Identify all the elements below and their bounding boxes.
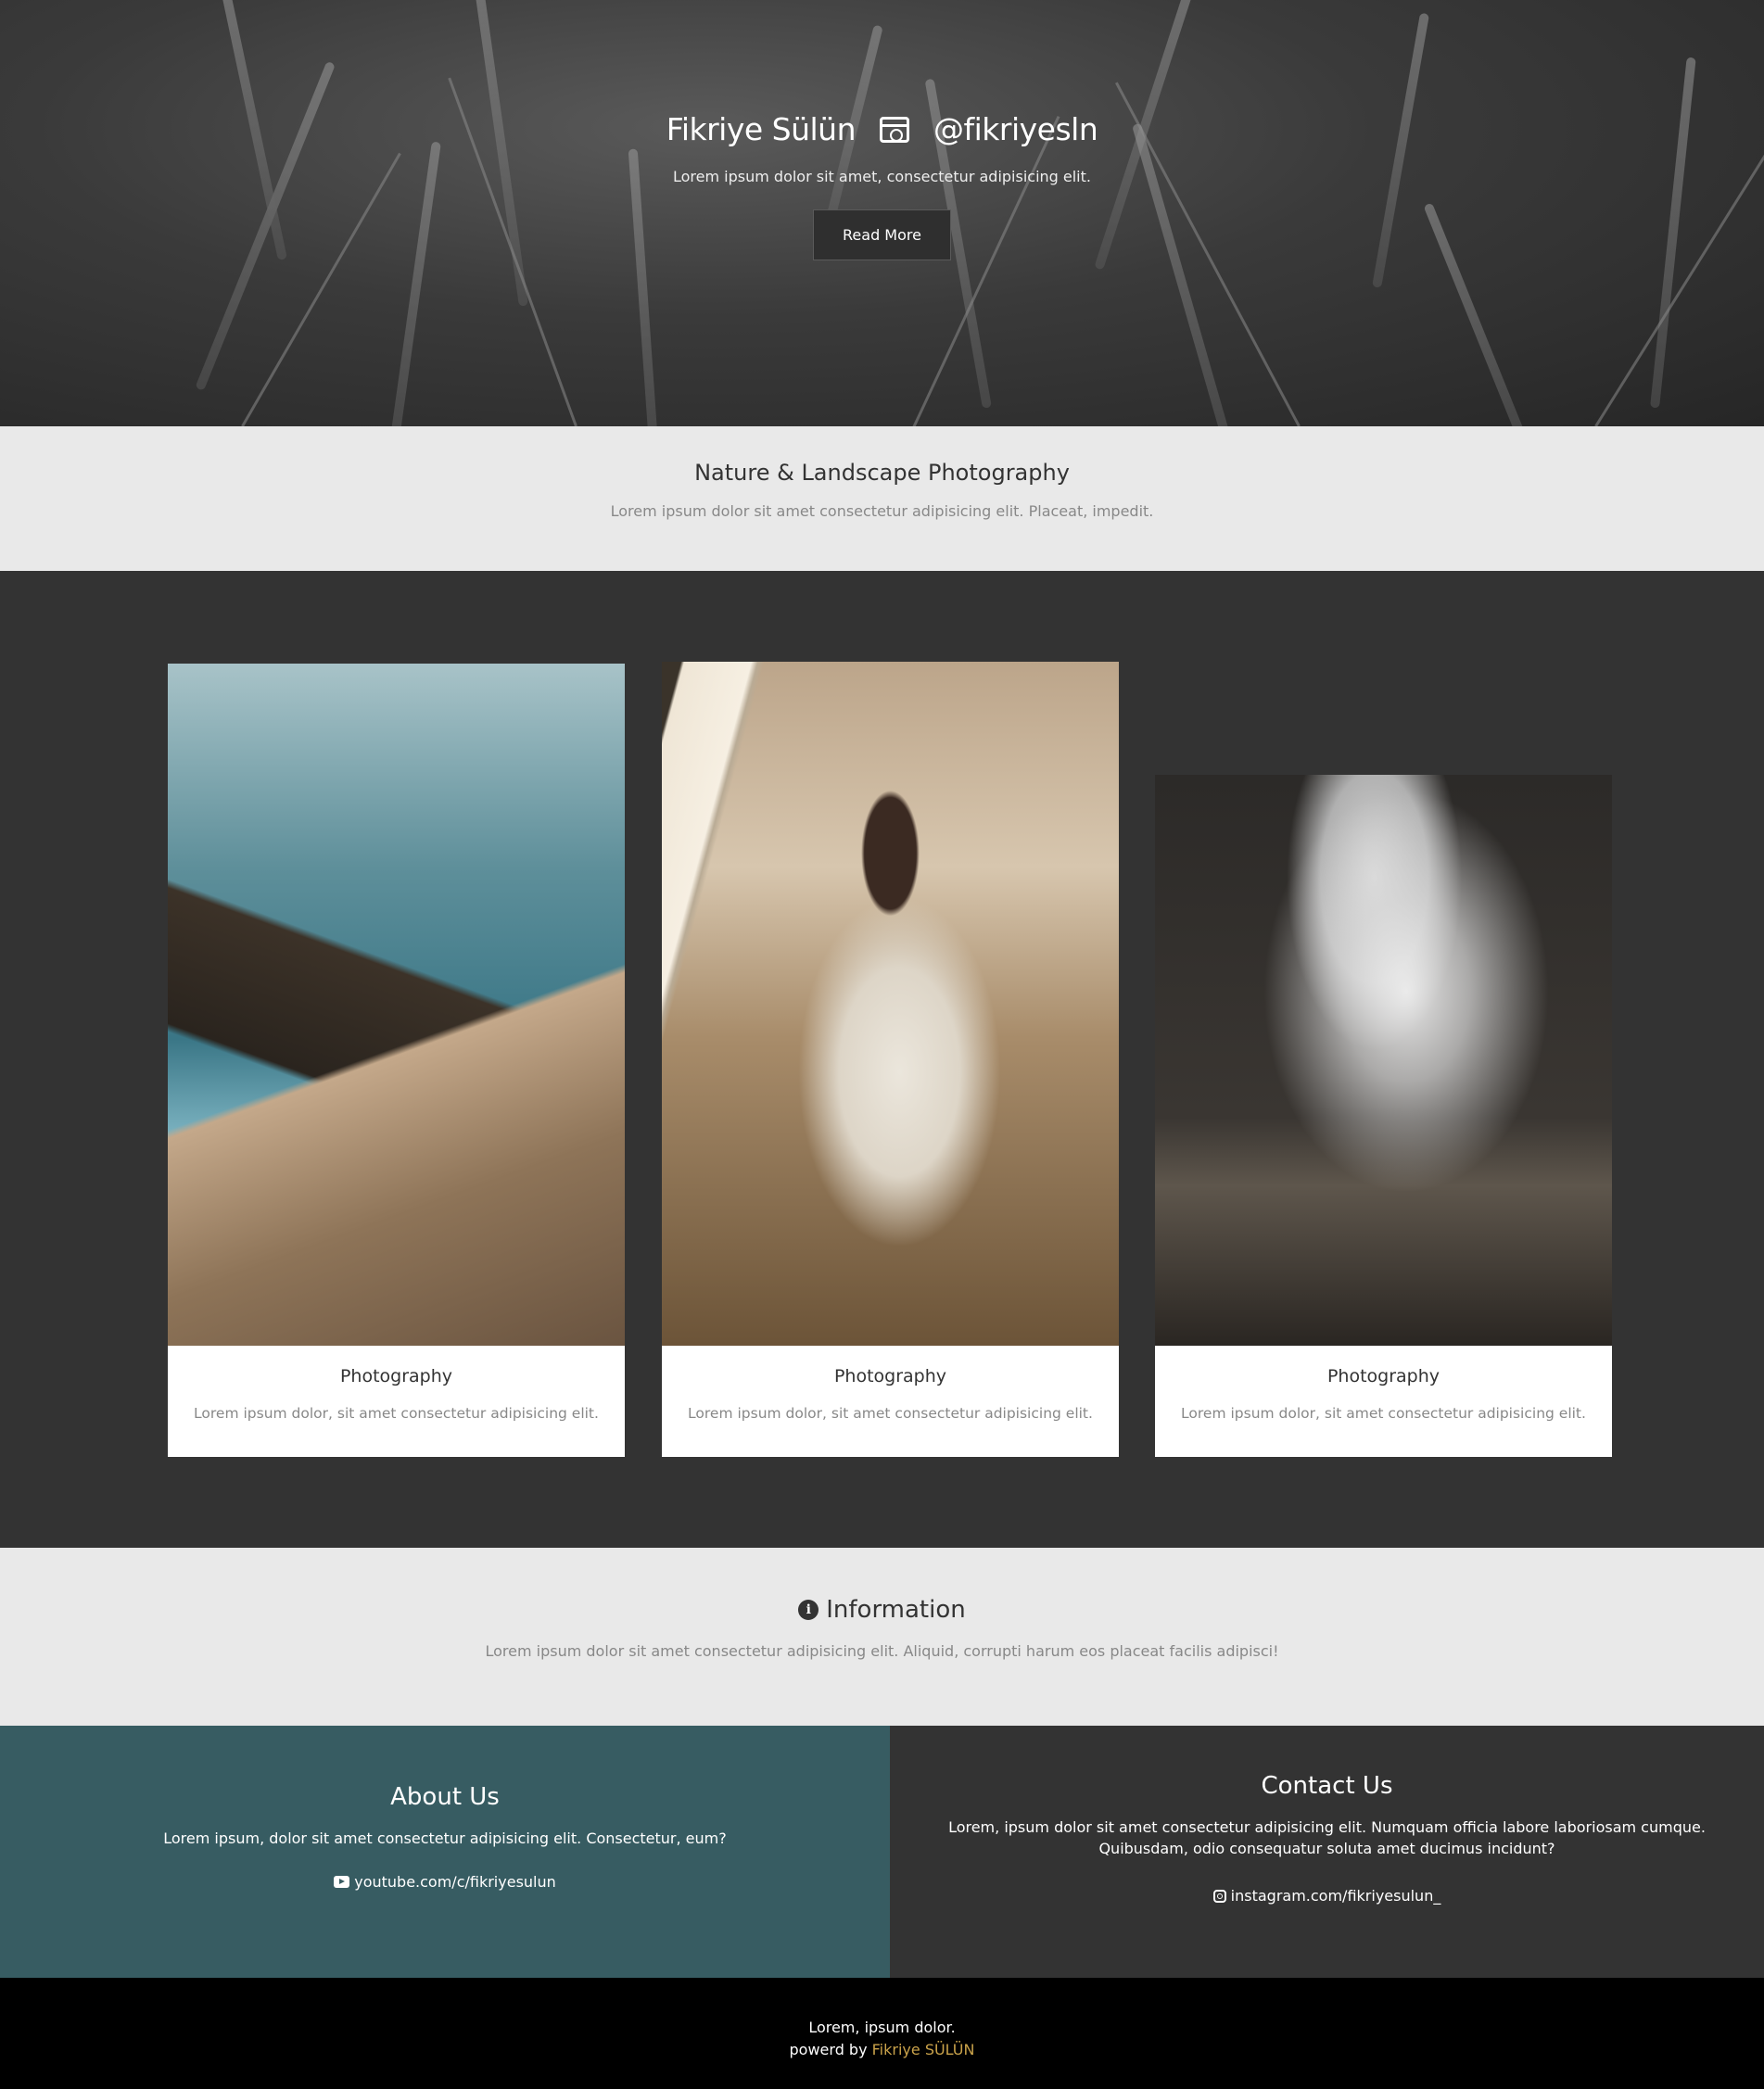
read-more-button[interactable]: Read More xyxy=(813,209,951,260)
card-title: Photography xyxy=(833,1366,947,1386)
youtube-icon xyxy=(334,1876,350,1888)
information-title: i Information xyxy=(798,1596,966,1624)
card-image-portrait xyxy=(662,662,1119,1346)
card-caption: Photography Lorem ipsum dolor, sit amet … xyxy=(168,1346,625,1457)
instagram-icon xyxy=(1212,1889,1226,1903)
footer-powered-prefix: powerd by xyxy=(789,2041,872,2058)
about-title: About Us xyxy=(390,1783,500,1811)
footer-credit: powerd by Fikriye SÜLÜN xyxy=(0,2039,1764,2061)
gallery-card[interactable]: Photography Lorem ipsum dolor, sit amet … xyxy=(662,662,1119,1457)
intro-text: Lorem ipsum dolor sit amet consectetur a… xyxy=(610,502,1154,520)
information-section: i Information Lorem ipsum dolor sit amet… xyxy=(0,1548,1764,1726)
intro-section: Nature & Landscape Photography Lorem ips… xyxy=(0,426,1764,571)
gallery-card[interactable]: Photography Lorem ipsum dolor, sit amet … xyxy=(1155,775,1612,1457)
card-text: Lorem ipsum dolor, sit amet consectetur … xyxy=(194,1405,599,1422)
card-text: Lorem ipsum dolor, sit amet consectetur … xyxy=(1181,1405,1586,1422)
hero-content: Fikriye Sülün @fikriyesln Lorem ipsum do… xyxy=(0,111,1764,260)
card-text: Lorem ipsum dolor, sit amet consectetur … xyxy=(688,1405,1093,1422)
gallery-card[interactable]: Photography Lorem ipsum dolor, sit amet … xyxy=(168,664,625,1457)
contact-text: Lorem, ipsum dolor sit amet consectetur … xyxy=(948,1818,1706,1858)
info-icon: i xyxy=(798,1600,819,1620)
footer-line: Lorem, ipsum dolor. xyxy=(808,2019,956,2036)
hero-name: Fikriye Sülün xyxy=(666,111,857,147)
contact-panel: Contact Us Lorem, ipsum dolor sit amet c… xyxy=(890,1726,1764,1978)
youtube-link-text: youtube.com/c/fikriyesulun xyxy=(354,1873,556,1891)
contact-title: Contact Us xyxy=(1261,1772,1393,1800)
gallery-section: Photography Lorem ipsum dolor, sit amet … xyxy=(0,571,1764,1548)
card-caption: Photography Lorem ipsum dolor, sit amet … xyxy=(662,1346,1119,1457)
about-panel: About Us Lorem ipsum, dolor sit amet con… xyxy=(0,1726,890,1978)
card-title: Photography xyxy=(1326,1366,1440,1386)
information-title-text: Information xyxy=(826,1596,966,1624)
information-text: Lorem ipsum dolor sit amet consectetur a… xyxy=(485,1642,1279,1660)
intro-title: Nature & Landscape Photography xyxy=(694,460,1070,486)
hero-title: Fikriye Sülün @fikriyesln xyxy=(666,111,1098,147)
youtube-link[interactable]: youtube.com/c/fikriyesulun xyxy=(334,1873,556,1891)
footer-brand-link[interactable]: Fikriye SÜLÜN xyxy=(872,2041,975,2058)
footer: Lorem, ipsum dolor. powerd by Fikriye SÜ… xyxy=(0,1978,1764,2089)
card-image-baker xyxy=(1155,775,1612,1346)
instagram-link-text: instagram.com/fikriyesulun_ xyxy=(1230,1887,1441,1905)
camera-icon xyxy=(880,116,910,143)
hero-handle: @fikriyesln xyxy=(933,111,1098,147)
hero-section: Fikriye Sülün @fikriyesln Lorem ipsum do… xyxy=(0,0,1764,426)
about-contact-section: About Us Lorem ipsum, dolor sit amet con… xyxy=(0,1726,1764,1978)
card-caption: Photography Lorem ipsum dolor, sit amet … xyxy=(1155,1346,1612,1457)
card-image-sea xyxy=(168,664,625,1346)
hero-subtitle: Lorem ipsum dolor sit amet, consectetur … xyxy=(673,168,1091,185)
about-text: Lorem ipsum, dolor sit amet consectetur … xyxy=(163,1829,727,1847)
card-title: Photography xyxy=(339,1366,453,1386)
instagram-link[interactable]: instagram.com/fikriyesulun_ xyxy=(1212,1887,1441,1905)
